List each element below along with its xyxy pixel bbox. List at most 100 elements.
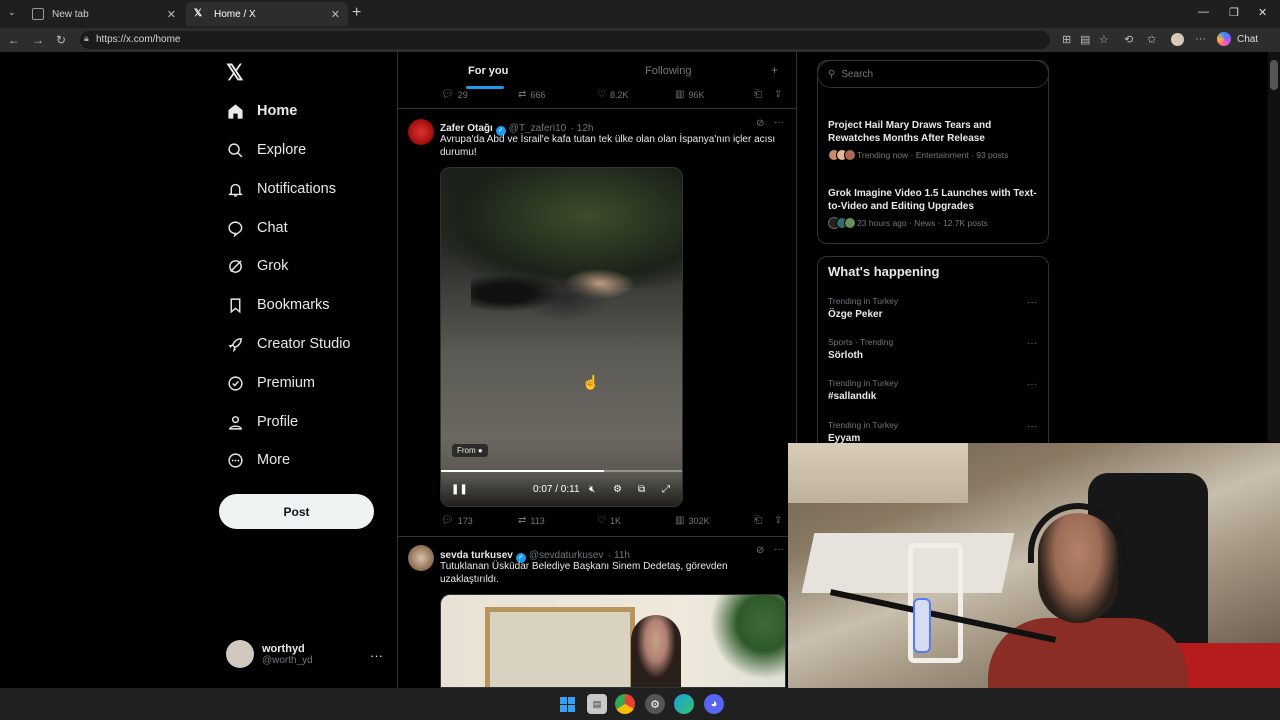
section-title: What's happening [828,264,940,279]
add-feed-icon[interactable]: + [771,63,778,77]
avatar[interactable] [408,545,434,571]
window-close-icon[interactable]: ✕ [1258,6,1267,19]
like-button[interactable]: ♡ 1K [597,515,621,526]
rocket-icon [226,335,244,353]
fullscreen-icon[interactable]: ⤢ [662,484,670,495]
chrome-icon[interactable] [615,694,635,714]
browser-tab-new-tab[interactable]: New tab ✕ [24,2,184,26]
reply-button[interactable]: 💬︎ 29 [441,89,468,100]
sidebar-item-label: More [257,452,291,468]
new-tab-icon [32,8,44,20]
reading-view-icon[interactable]: ▤ [1080,33,1090,46]
like-button[interactable]: ♡ 8.2K [597,89,628,100]
sidebar-item-creator-studio[interactable]: Creator Studio [226,332,351,356]
favorites-icon[interactable]: ✩ [1147,33,1156,46]
tweet-text: Avrupa'da Abd ve İsrail'e kafa tutan tek… [440,134,776,158]
avatar[interactable] [408,119,434,145]
x-logo[interactable]: 𝕏 [226,60,244,86]
verified-icon [226,374,244,392]
settings-icon[interactable]: ⚙ [613,484,622,495]
tab-following[interactable]: Following [645,65,691,77]
grok-icon[interactable]: ⊘ [756,118,764,129]
post-button[interactable]: Post [219,494,374,529]
heart-icon: ♡ [597,89,606,100]
tweet-more-icon[interactable]: ··· [774,117,784,128]
account-more-icon[interactable]: ··· [370,648,383,663]
sidebar-item-grok[interactable]: Grok [226,254,288,278]
video-progress-bar[interactable] [441,470,682,472]
favorite-star-icon[interactable]: ☆ [1099,33,1109,46]
file-explorer-icon[interactable]: ▤ [587,694,607,714]
forward-icon[interactable]: → [32,33,44,47]
trend-item[interactable]: Trending in Turkey Eyyam [828,420,898,444]
mute-icon[interactable]: 🔇︎ [589,484,595,495]
tweet-image[interactable] [440,594,786,688]
sidebar-item-more[interactable]: More [226,448,290,472]
views-button[interactable]: ▥ 96K [675,89,704,100]
bookmark-button[interactable]: ⎗ [754,515,766,526]
minimize-icon[interactable]: — [1198,6,1209,18]
reply-count: 29 [457,89,468,100]
account-switcher[interactable]: worthyd @worth_yd [226,640,313,668]
sidebar-item-explore[interactable]: Explore [226,138,306,162]
back-icon[interactable]: ← [8,33,20,47]
video-source-chip[interactable]: From ● [452,444,488,457]
trend-name: Özge Peker [828,309,883,320]
tweet-more-icon[interactable]: ··· [774,544,784,555]
discord-icon[interactable]: ◕ [704,694,724,714]
news-meta-row: Trending now · Entertainment · 93 posts [828,149,1040,161]
account-name: worthyd [262,642,305,655]
views-button[interactable]: ▥ 302K [675,515,709,526]
grok-icon[interactable]: ⊘ [756,545,764,556]
edge-icon[interactable] [674,694,694,714]
sidebar-item-profile[interactable]: Profile [226,410,298,434]
news-item[interactable]: Project Hail Mary Draws Tears and Rewatc… [828,119,1040,161]
search-input[interactable]: ⚲ Search [817,60,1049,88]
news-item[interactable]: Grok Imagine Video 1.5 Launches with Tex… [828,187,1040,229]
maximize-icon[interactable]: ❐ [1229,6,1239,19]
repost-button[interactable]: ⇄ 113 [518,515,545,526]
trend-more-icon[interactable]: ··· [1027,421,1037,432]
new-tab-button[interactable]: + [352,4,361,22]
news-meta: Trending now · Entertainment · 93 posts [857,150,1009,160]
grok-icon [226,257,244,275]
page-scrollbar[interactable] [1268,52,1280,442]
close-tab-icon[interactable]: ✕ [331,8,340,21]
share-button[interactable]: ⇪ [774,89,786,100]
trend-more-icon[interactable]: ··· [1027,379,1037,390]
trend-item[interactable]: Trending in Turkey Özge Peker [828,296,898,320]
trend-more-icon[interactable]: ··· [1027,297,1037,308]
repost-button[interactable]: ⇄ 666 [518,89,545,100]
scrollbar-thumb[interactable] [1270,60,1278,90]
profile-avatar-icon[interactable] [1171,33,1184,46]
pip-icon[interactable]: ⧉ [638,484,645,495]
tab-list-icon[interactable]: ⌄ [8,7,16,18]
sidebar-item-chat[interactable]: Chat [226,216,288,240]
close-tab-icon[interactable]: ✕ [167,8,176,21]
settings-more-icon[interactable]: ··· [1195,33,1206,45]
sidebar-item-notifications[interactable]: Notifications [226,177,336,201]
app-icon[interactable]: ⊞ [1062,33,1071,46]
extension-icon[interactable]: ⟲ [1124,33,1133,46]
url-field[interactable]: 🔒︎ https://x.com/home [80,31,1050,49]
windows-start-icon[interactable] [557,694,577,714]
news-title: Grok Imagine Video 1.5 Launches with Tex… [828,188,1037,212]
app-icon[interactable]: ⚙ [645,694,665,714]
trend-item[interactable]: Trending in Turkey #sallandık [828,378,898,402]
reply-button[interactable]: 💬︎ 173 [441,515,473,526]
sidebar-item-premium[interactable]: Premium [226,371,315,395]
browser-tab-home-x[interactable]: 𝕏 Home / X ✕ [186,2,348,26]
video-player[interactable]: From ● ❚❚ 0:07 / 0:11 🔇︎ ⚙ ⧉ ⤢ [440,167,683,507]
trend-more-icon[interactable]: ··· [1027,338,1037,349]
trend-item[interactable]: Sports · Trending Sörloth [828,337,893,361]
share-button[interactable]: ⇪ [774,515,786,526]
like-count: 1K [609,515,621,526]
source-avatar-icon: ● [477,446,483,455]
bookmark-button[interactable]: ⎗ [754,89,766,100]
tab-for-you[interactable]: For you [468,65,508,77]
pause-icon[interactable]: ❚❚ [451,484,468,495]
sidebar-item-home[interactable]: Home [226,99,297,123]
reload-icon[interactable]: ↻ [56,33,66,47]
sidebar-item-bookmarks[interactable]: Bookmarks [226,293,330,317]
copilot-chat-button[interactable]: Chat [1217,32,1258,46]
